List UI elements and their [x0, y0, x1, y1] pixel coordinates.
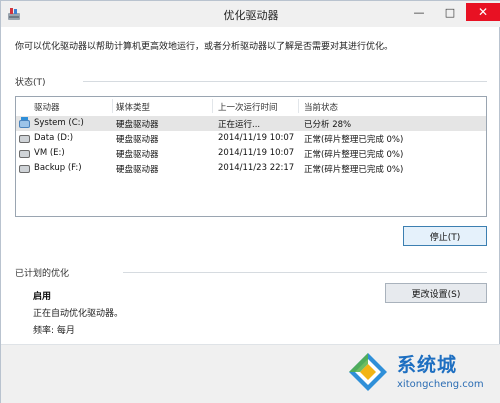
column-separator[interactable]	[298, 99, 299, 113]
drive-last-run: 2014/11/19 10:07	[218, 148, 295, 158]
drive-media-type: 硬盘驱动器	[116, 135, 159, 145]
drive-last-run: 正在运行...	[218, 120, 261, 130]
drive-list-header: 驱动器 媒体类型 上一次运行时间 当前状态	[16, 97, 486, 115]
drive-name: VM (E:)	[34, 148, 65, 158]
minimize-button[interactable]: —	[406, 3, 432, 21]
optimize-drives-window: 优化驱动器 — □ ✕ 你可以优化驱动器以帮助计算机更高效地运行，或者分析驱动器…	[0, 0, 500, 403]
maximize-button[interactable]: □	[437, 3, 463, 21]
column-separator[interactable]	[112, 99, 113, 113]
drive-name: Backup (F:)	[34, 163, 82, 173]
stop-button[interactable]: 停止(T)	[403, 226, 487, 246]
change-settings-button[interactable]: 更改设置(S)	[385, 283, 487, 303]
hard-drive-icon	[19, 165, 30, 173]
description-text: 你可以优化驱动器以帮助计算机更高效地运行，或者分析驱动器以了解是否需要对其进行优…	[15, 42, 394, 52]
maximize-icon: □	[444, 5, 456, 19]
drive-media-type: 硬盘驱动器	[116, 150, 159, 160]
hard-drive-icon	[19, 150, 30, 158]
schedule-frequency: 频率: 每月	[33, 326, 75, 336]
hard-drive-icon	[19, 135, 30, 143]
column-separator[interactable]	[212, 99, 213, 113]
drive-row-data[interactable]: Data (D:) 硬盘驱动器 2014/11/19 10:07 正常(碎片整理…	[16, 131, 486, 146]
schedule-status-desc: 正在自动优化驱动器。	[33, 309, 124, 319]
schedule-status-title: 启用	[33, 292, 52, 302]
watermark-url: xitongcheng.com	[397, 379, 484, 390]
column-header-last-run[interactable]: 上一次运行时间	[218, 101, 278, 113]
title-bar: 优化驱动器 — □ ✕	[1, 1, 500, 27]
drive-last-run: 2014/11/19 10:07	[218, 133, 295, 143]
drive-media-type: 硬盘驱动器	[116, 165, 159, 175]
status-section-label: 状态(T)	[15, 78, 46, 88]
drive-row-system[interactable]: System (C:) 硬盘驱动器 正在运行... 已分析 28%	[16, 116, 486, 131]
drive-name: System (C:)	[34, 118, 84, 128]
drive-status: 已分析 28%	[304, 120, 352, 130]
drive-row-backup[interactable]: Backup (F:) 硬盘驱动器 2014/11/23 22:17 正常(碎片…	[16, 161, 486, 176]
minimize-icon: —	[413, 5, 425, 19]
drive-status: 正常(碎片整理已完成 0%)	[304, 150, 404, 160]
close-button[interactable]: ✕	[466, 3, 500, 21]
column-header-status[interactable]: 当前状态	[304, 101, 338, 113]
column-header-drive[interactable]: 驱动器	[34, 101, 60, 113]
watermark-logo-icon	[349, 353, 387, 391]
column-header-media[interactable]: 媒体类型	[116, 101, 150, 113]
close-icon: ✕	[477, 5, 489, 19]
schedule-divider	[123, 272, 487, 273]
drive-last-run: 2014/11/23 22:17	[218, 163, 295, 173]
schedule-section-label: 已计划的优化	[15, 269, 70, 279]
drive-media-type: 硬盘驱动器	[116, 120, 159, 130]
drive-status: 正常(碎片整理已完成 0%)	[304, 165, 404, 175]
system-drive-icon	[19, 117, 30, 128]
drive-name: Data (D:)	[34, 133, 74, 143]
drive-status: 正常(碎片整理已完成 0%)	[304, 135, 404, 145]
drive-row-vm[interactable]: VM (E:) 硬盘驱动器 2014/11/19 10:07 正常(碎片整理已完…	[16, 146, 486, 161]
drive-list[interactable]: 驱动器 媒体类型 上一次运行时间 当前状态 System (C:) 硬盘驱动器 …	[15, 96, 487, 217]
watermark-text: 系统城	[397, 354, 458, 376]
status-divider	[83, 81, 487, 82]
